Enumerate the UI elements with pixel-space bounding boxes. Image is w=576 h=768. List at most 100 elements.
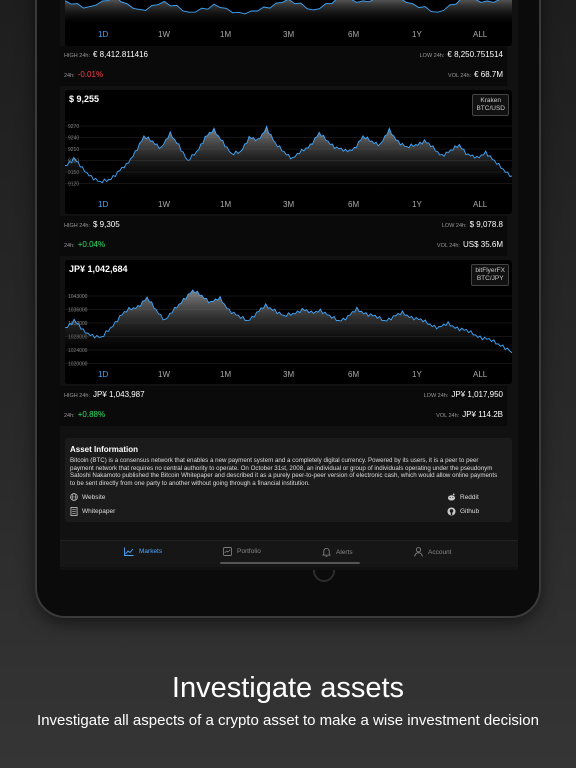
website-label: Website (82, 493, 106, 501)
low-value: JP¥ 1,017,950 (451, 390, 503, 399)
range-1m[interactable]: 1M (220, 200, 231, 209)
range-6m[interactable]: 6M (348, 30, 359, 39)
low-label: LOW 24h: (423, 393, 449, 399)
vol-value: JP¥ 114.2B (462, 410, 503, 419)
home-indicator (220, 562, 360, 564)
subheadline: Investigate all aspects of a crypto asse… (37, 712, 539, 729)
change-label: 24h: (64, 413, 75, 419)
stats-usd: HIGH 24h: $ 9,305 LOW 24h: $ 9,078.8 24h: +… (60, 216, 507, 256)
chart-card-jpy: 1043000103600010320001028000102400010200… (65, 260, 512, 384)
headline: Investigate assets (171, 672, 405, 704)
price-area (65, 0, 512, 26)
low-label: LOW 24h: (441, 223, 467, 229)
vol-label: VOL 24h: (448, 73, 472, 79)
y-tick-label: 1020000 (68, 362, 88, 368)
tab-account[interactable]: Account (414, 547, 452, 557)
github-icon (447, 507, 456, 516)
website-link[interactable]: Website (70, 493, 105, 501)
app-screen: 8280 1D1W1M3M6M1YALL HIGH 24h:€ 8,412.81… (60, 0, 518, 570)
low-label: LOW 24h: (419, 53, 445, 59)
range-all[interactable]: ALL (473, 30, 487, 39)
asset-info-title: Asset Information (70, 445, 139, 454)
stats-jpy: HIGH 24h: JP¥ 1,043,987 LOW 24h: JP¥ 1,017… (60, 386, 507, 426)
reddit-link[interactable]: Reddit (447, 493, 479, 501)
tab-markets[interactable]: Markets (124, 547, 162, 556)
tab-label: Portfolio (237, 548, 261, 555)
range-1y[interactable]: 1Y (412, 370, 422, 379)
low-value: $ 9,078.8 (469, 220, 503, 229)
range-1w[interactable]: 1W (158, 200, 170, 209)
vol-label: VOL 24h: (436, 243, 460, 249)
current-price: JP¥ 1,042,684 (69, 264, 128, 274)
range-3m[interactable]: 3M (283, 200, 294, 209)
range-selector: 1D 1W 1M 3M 6M 1Y ALL (65, 200, 512, 212)
reddit-label: Reddit (460, 493, 479, 501)
stats-eur: HIGH 24h: € 8,412.811416 LOW 24h: € 8,250.… (60, 46, 507, 86)
high-label: HIGH 24h: (64, 53, 90, 59)
range-1y[interactable]: 1Y (412, 30, 422, 39)
tab-label: Markets (139, 548, 163, 555)
portfolio-icon (223, 547, 232, 556)
change-label: 24h: (64, 73, 75, 79)
globe-icon (70, 493, 78, 501)
high-value: € 8,412.811416 (92, 50, 148, 59)
range-3m[interactable]: 3M (283, 370, 294, 379)
tab-bar: Markets Portfolio Alerts Account (60, 540, 518, 567)
high-value: JP¥ 1,043,987 (92, 390, 145, 399)
chart-line-icon (124, 547, 134, 556)
reddit-icon (447, 493, 456, 501)
range-all[interactable]: ALL (473, 200, 487, 209)
range-6m[interactable]: 6M (348, 370, 359, 379)
price-area (65, 126, 512, 190)
change-value: +0.04% (77, 240, 106, 249)
exchange-selector[interactable]: bitFlyerFX BTC/JPY (471, 264, 509, 286)
range-6m[interactable]: 6M (348, 200, 359, 209)
range-1m[interactable]: 1M (220, 30, 231, 39)
high-value: $ 9,305 (92, 220, 120, 229)
bell-icon (322, 548, 331, 557)
range-selector: 1D 1W 1M 3M 6M 1Y ALL (65, 370, 512, 382)
whitepaper-link[interactable]: Whitepaper (70, 507, 115, 516)
user-icon (414, 547, 423, 557)
vol-value: € 68.7M (474, 70, 503, 79)
vol-value: US$ 35.6M (462, 240, 503, 249)
range-all[interactable]: ALL (473, 370, 487, 379)
range-1m[interactable]: 1M (220, 370, 231, 379)
asset-description: Bitcoin (BTC) is a consensus network tha… (70, 457, 498, 487)
y-tick-label: 1043000 (68, 294, 88, 300)
price-chart-jpy[interactable]: 1043000103600010320001028000102400010200… (65, 260, 512, 384)
tab-alerts[interactable]: Alerts (322, 547, 353, 557)
github-link[interactable]: Github (447, 507, 479, 516)
tab-portfolio[interactable]: Portfolio (223, 547, 261, 556)
range-1d[interactable]: 1D (98, 370, 108, 379)
range-selector: 1D 1W 1M 3M 6M 1Y ALL (65, 30, 512, 42)
github-label: Github (460, 508, 480, 515)
whitepaper-label: Whitepaper (82, 508, 116, 515)
change-value: -0.01% (77, 70, 104, 79)
y-tick-label: 9240 (68, 136, 79, 142)
y-tick-label: 9210 (68, 147, 79, 153)
current-price: $ 9,255 (69, 94, 100, 104)
price-chart-usd[interactable]: 927092409210918091509120 (65, 90, 512, 214)
tab-label: Account (428, 548, 452, 556)
vol-label: VOL 24h: (436, 413, 460, 419)
range-1w[interactable]: 1W (158, 370, 170, 379)
range-3m[interactable]: 3M (283, 30, 294, 39)
y-tick-label: 9270 (68, 124, 79, 130)
range-1d[interactable]: 1D (98, 200, 108, 209)
change-value: +0.88% (77, 410, 106, 419)
asset-information: Asset Information Bitcoin (BTC) is a con… (65, 438, 512, 522)
range-1d[interactable]: 1D (98, 30, 108, 39)
change-label: 24h: (64, 243, 75, 249)
range-1w[interactable]: 1W (158, 30, 170, 39)
tab-label: Alerts (336, 548, 353, 556)
low-value: € 8,250.751514 (447, 50, 503, 59)
high-label: HIGH 24h: (64, 223, 90, 229)
chart-card-usd: 927092409210918091509120 $ 9,255 Kraken … (65, 90, 512, 214)
high-label: HIGH 24h: (64, 393, 90, 399)
document-icon (70, 507, 78, 516)
range-1y[interactable]: 1Y (412, 200, 422, 209)
y-tick-label: 1036000 (68, 308, 88, 314)
exchange-selector[interactable]: Kraken BTC/USD (472, 94, 509, 116)
chart-card-eur: 8280 1D1W1M3M6M1YALL (65, 0, 512, 46)
